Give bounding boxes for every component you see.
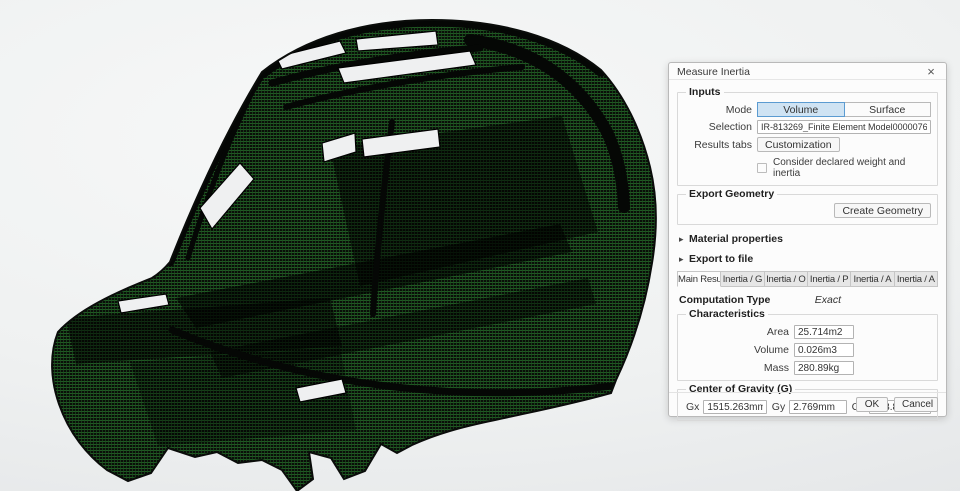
mass-label: Mass (763, 362, 789, 374)
car-mesh-body (52, 20, 656, 491)
area-label: Area (766, 326, 789, 338)
mode-volume-button[interactable]: Volume (757, 102, 845, 117)
selection-input[interactable] (757, 120, 931, 134)
dialog-footer: OK Cancel (669, 392, 946, 416)
create-geometry-button[interactable]: Create Geometry (834, 203, 931, 218)
computation-type-row: Computation Type Exact (679, 294, 936, 306)
dialog-titlebar: Measure Inertia (669, 63, 946, 80)
close-icon[interactable] (924, 65, 938, 79)
volume-row: Volume (684, 343, 931, 357)
inputs-group: Inputs Mode Volume Surface Selection Res… (677, 86, 938, 186)
tab-inertia-a2[interactable]: Inertia / A (894, 271, 938, 287)
computation-type-value: Exact (814, 294, 841, 306)
tab-inertia-p[interactable]: Inertia / P (807, 271, 852, 287)
customization-button[interactable]: Customization (757, 137, 840, 152)
tab-inertia-o[interactable]: Inertia / O (764, 271, 808, 287)
declared-weight-checkbox[interactable] (757, 163, 767, 173)
mass-row: Mass (684, 361, 931, 375)
results-tabs-row: Results tabs Customization (684, 137, 931, 152)
computation-type-label: Computation Type (679, 294, 771, 306)
volume-value-field[interactable] (794, 343, 854, 357)
mode-surface-button[interactable]: Surface (843, 102, 931, 117)
mode-segmented-control: Volume Surface (757, 102, 931, 117)
ok-button[interactable]: OK (856, 397, 888, 412)
section-material-properties[interactable]: Material properties (679, 232, 936, 245)
section-export-to-file-label: Export to file (689, 252, 754, 265)
results-tab-strip: Main Resu Inertia / G Inertia / O Inerti… (677, 271, 938, 287)
area-row: Area (684, 325, 931, 339)
measure-inertia-dialog: Measure Inertia Inputs Mode Volume Surfa… (668, 62, 947, 421)
export-geometry-group: Export Geometry Create Geometry (677, 188, 938, 225)
export-geometry-legend: Export Geometry (689, 188, 775, 200)
tab-inertia-a1[interactable]: Inertia / A (851, 271, 895, 287)
tab-main-results[interactable]: Main Resu (677, 271, 722, 287)
export-geometry-row: Create Geometry (684, 201, 931, 219)
area-value-field[interactable] (794, 325, 854, 339)
car-body-fem-model[interactable] (0, 0, 665, 491)
mass-value-field[interactable] (794, 361, 854, 375)
dialog-title: Measure Inertia (677, 65, 750, 78)
selection-label: Selection (708, 121, 752, 133)
collapse-arrow-icon (679, 253, 689, 265)
section-material-properties-label: Material properties (689, 232, 783, 245)
cancel-button[interactable]: Cancel (894, 397, 938, 412)
characteristics-group: Characteristics Area Volume Mass (677, 308, 938, 381)
results-tabs-label: Results tabs (694, 138, 752, 151)
volume-label: Volume (753, 344, 789, 356)
dialog-body: Inputs Mode Volume Surface Selection Res… (669, 80, 946, 421)
tab-inertia-g[interactable]: Inertia / G (721, 271, 765, 287)
inputs-legend: Inputs (689, 86, 721, 98)
section-export-to-file[interactable]: Export to file (679, 252, 936, 265)
selection-row: Selection (684, 120, 931, 134)
mode-label: Mode (725, 103, 752, 116)
mode-row: Mode Volume Surface (684, 102, 931, 117)
declared-weight-label: Consider declared weight and inertia (773, 157, 906, 179)
declared-weight-row: Consider declared weight and inertia (757, 157, 931, 179)
collapse-arrow-icon (679, 233, 689, 245)
characteristics-legend: Characteristics (689, 308, 765, 320)
